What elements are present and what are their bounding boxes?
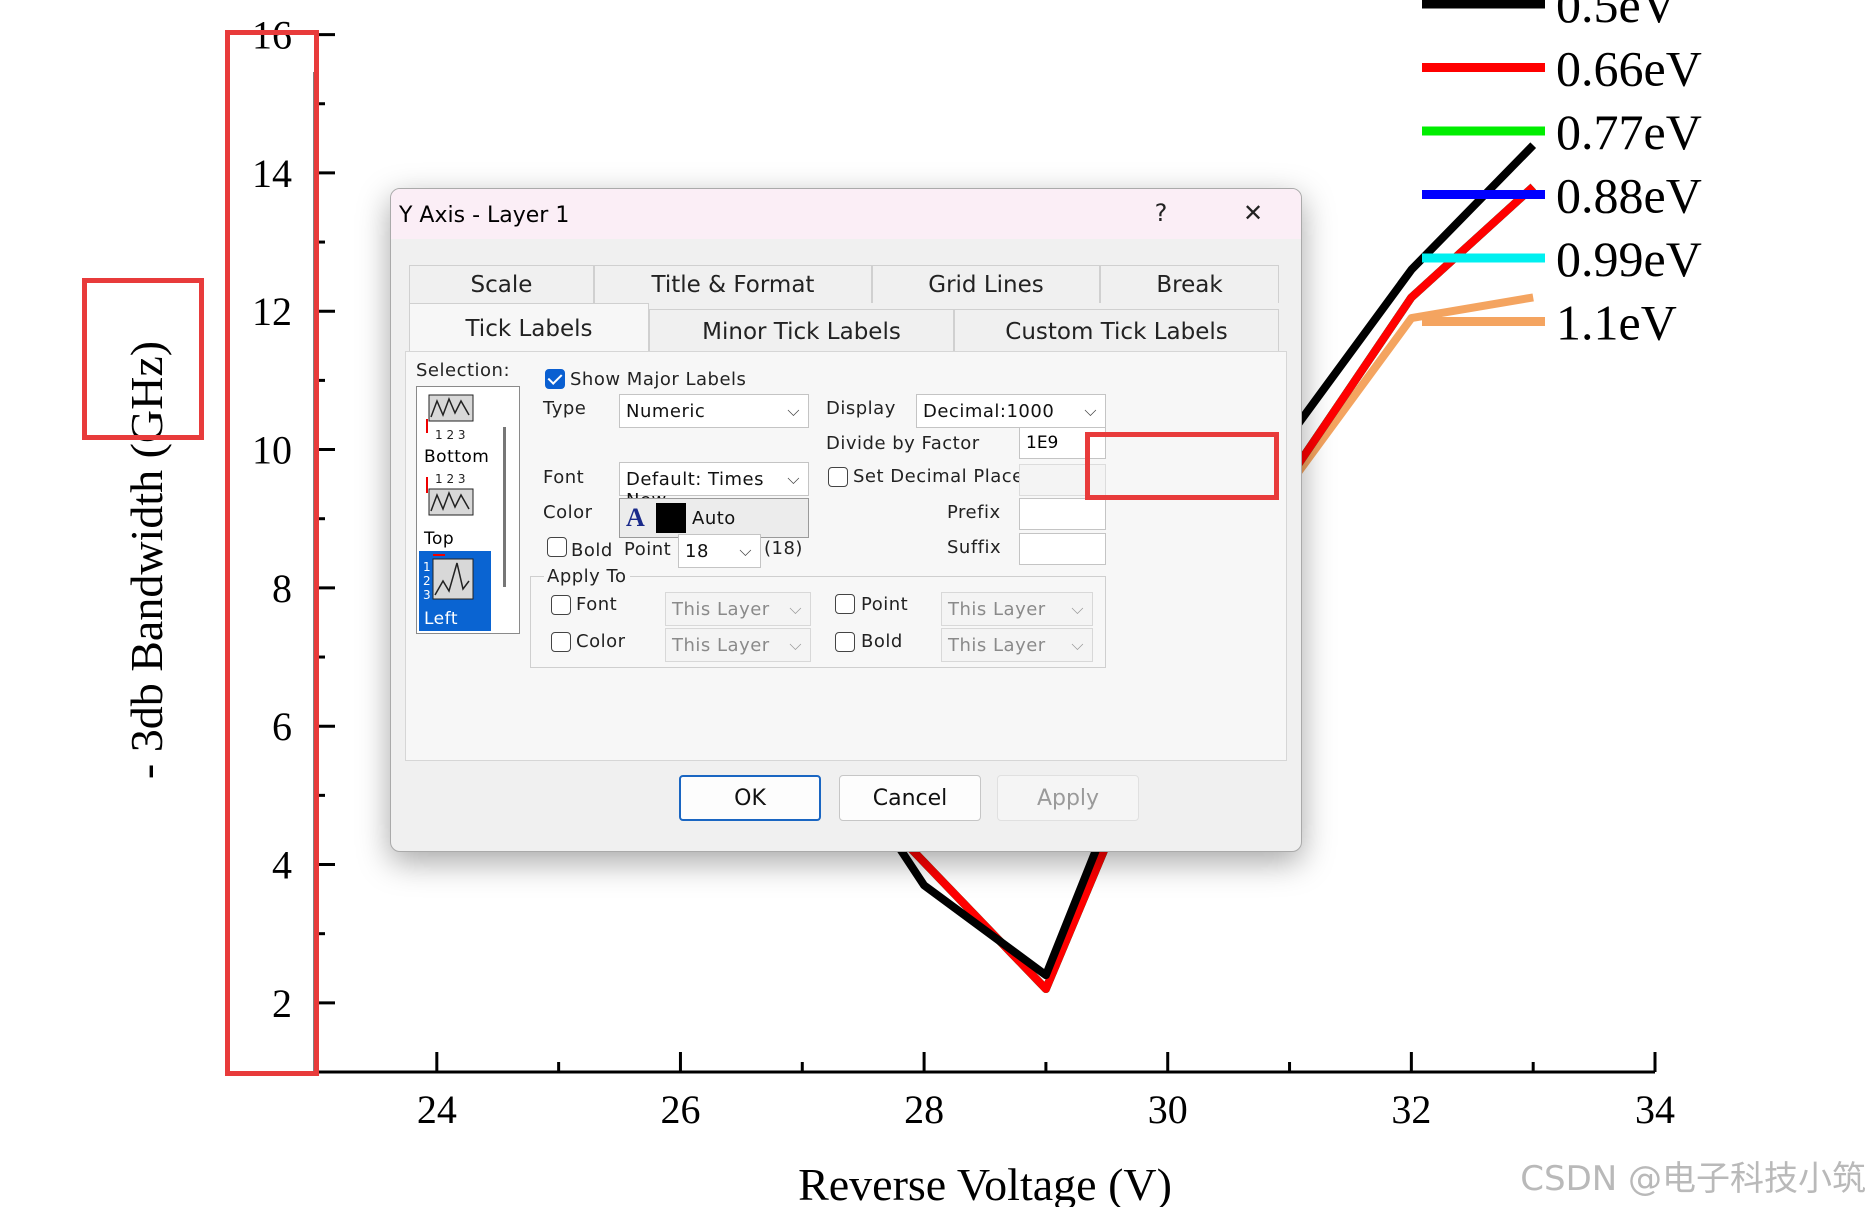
selection-item-left[interactable]: 1 2 3 Left	[419, 551, 491, 631]
x-tick-label: 26	[660, 1087, 700, 1132]
tab-row-2: Tick Labels Minor Tick Labels Custom Tic…	[409, 303, 1279, 353]
font-color-icon: A	[626, 503, 646, 532]
highlight-box-divide-factor	[1085, 432, 1279, 500]
close-icon: ✕	[1242, 199, 1264, 227]
selection-item-top[interactable]: 1 2 3 Top	[419, 471, 491, 551]
color-select[interactable]: A Auto	[619, 498, 809, 538]
chevron-down-icon: ⌵	[787, 469, 800, 488]
chevron-down-icon: ⌵	[787, 401, 800, 420]
x-tick-label: 34	[1635, 1087, 1675, 1132]
help-button[interactable]: ?	[1131, 193, 1191, 233]
type-label: Type	[543, 398, 587, 419]
svg-text:2: 2	[423, 574, 431, 588]
set-decimal-places-checkbox[interactable]	[828, 467, 848, 487]
chevron-down-icon: ⌵	[739, 541, 752, 560]
svg-text:1 2 3: 1 2 3	[435, 472, 466, 486]
help-icon: ?	[1154, 199, 1168, 227]
type-select[interactable]: Numeric ⌵	[619, 394, 809, 428]
point-hint: (18)	[764, 538, 803, 559]
point-label: Point	[624, 539, 672, 560]
axis-selection-list[interactable]: 1 2 3 Bottom 1 2 3 Top 1 2 3 Left	[416, 386, 520, 634]
selection-scrollbar[interactable]	[503, 427, 506, 587]
tab-row-1: Scale Title & Format Grid Lines Break	[409, 265, 1279, 303]
selection-caption-bottom: Bottom	[424, 447, 490, 467]
tab-title-format[interactable]: Title & Format	[594, 265, 872, 303]
dialog-titlebar: Y Axis - Layer 1 ? ✕	[391, 189, 1301, 239]
apply-bold-checkbox[interactable]	[835, 632, 855, 652]
apply-bold-label: Bold	[861, 631, 903, 652]
legend-label: 0.99eV	[1556, 231, 1702, 287]
watermark: CSDN @电子科技小筑	[1520, 1159, 1866, 1199]
tick-labels-panel: Selection: 1 2 3 Bottom 1 2 3 Top 1 2 3 …	[405, 351, 1287, 761]
top-axis-icon: 1 2 3	[426, 472, 474, 516]
tab-grid-lines[interactable]: Grid Lines	[872, 265, 1100, 303]
highlight-box-y-unit	[82, 278, 204, 440]
close-button[interactable]: ✕	[1223, 193, 1283, 233]
point-size-select[interactable]: 18 ⌵	[678, 534, 761, 568]
apply-button[interactable]: Apply	[997, 775, 1139, 821]
ok-button[interactable]: OK	[679, 775, 821, 821]
chevron-down-icon: ⌵	[789, 635, 802, 654]
svg-text:1: 1	[423, 560, 431, 574]
tab-tick-labels[interactable]: Tick Labels	[409, 303, 649, 353]
svg-text:3: 3	[423, 588, 431, 602]
suffix-label: Suffix	[947, 537, 1002, 558]
tab-custom-tick-labels[interactable]: Custom Tick Labels	[954, 309, 1279, 353]
show-major-labels-label: Show Major Labels	[570, 369, 747, 390]
x-tick-label: 32	[1391, 1087, 1431, 1132]
prefix-label: Prefix	[947, 502, 1001, 523]
apply-color-label: Color	[576, 631, 626, 652]
left-axis-icon: 1 2 3	[423, 554, 474, 602]
legend-label: 0.77eV	[1556, 104, 1702, 160]
legend-label: 0.88eV	[1556, 168, 1702, 224]
tab-minor-tick-labels[interactable]: Minor Tick Labels	[649, 309, 954, 353]
x-axis-title: Reverse Voltage (V)	[798, 1159, 1172, 1207]
x-tick-label: 24	[417, 1087, 457, 1132]
selection-caption-top: Top	[424, 529, 455, 549]
font-label: Font	[543, 467, 585, 488]
set-decimal-places-label: Set Decimal Places	[853, 466, 1034, 487]
svg-text:1 2 3: 1 2 3	[435, 428, 466, 442]
display-select[interactable]: Decimal:1000 ⌵	[916, 394, 1106, 428]
suffix-input[interactable]	[1019, 533, 1106, 565]
apply-point-scope-select[interactable]: This Layer ⌵	[941, 592, 1093, 626]
legend-label: 0.5eV	[1556, 0, 1677, 33]
bottom-axis-icon: 1 2 3	[426, 394, 474, 442]
apply-point-label: Point	[861, 594, 909, 615]
apply-color-scope-select[interactable]: This Layer ⌵	[665, 628, 811, 662]
tab-scale[interactable]: Scale	[409, 265, 594, 303]
apply-point-checkbox[interactable]	[835, 594, 855, 614]
bold-label: Bold	[571, 540, 613, 561]
prefix-input[interactable]	[1019, 498, 1106, 530]
x-tick-label: 28	[904, 1087, 944, 1132]
cancel-button[interactable]: Cancel	[839, 775, 981, 821]
chevron-down-icon: ⌵	[1071, 599, 1084, 618]
apply-font-checkbox[interactable]	[551, 595, 571, 615]
bold-checkbox[interactable]	[547, 537, 567, 557]
show-major-labels-checkbox[interactable]	[545, 369, 565, 389]
font-select[interactable]: Default: Times New⌵	[619, 462, 809, 511]
legend-label: 1.1eV	[1556, 295, 1677, 351]
chevron-down-icon: ⌵	[789, 599, 802, 618]
display-label: Display	[826, 398, 896, 419]
y-axis-dialog: Y Axis - Layer 1 ? ✕ Scale Title & Forma…	[390, 188, 1302, 852]
selection-label: Selection:	[416, 360, 511, 381]
x-tick-label: 30	[1148, 1087, 1188, 1132]
selection-caption-left: Left	[424, 609, 458, 629]
tab-break[interactable]: Break	[1100, 265, 1279, 303]
highlight-box-y-ticks	[225, 30, 319, 1076]
apply-bold-scope-select[interactable]: This Layer ⌵	[941, 628, 1093, 662]
legend-label: 0.66eV	[1556, 41, 1702, 97]
dialog-title: Y Axis - Layer 1	[399, 203, 570, 228]
divide-by-factor-label: Divide by Factor	[826, 433, 980, 454]
color-swatch	[656, 503, 686, 533]
apply-font-scope-select[interactable]: This Layer ⌵	[665, 592, 811, 626]
selection-item-bottom[interactable]: 1 2 3 Bottom	[419, 389, 491, 469]
color-label: Color	[543, 502, 593, 523]
apply-font-label: Font	[576, 594, 618, 615]
apply-color-checkbox[interactable]	[551, 632, 571, 652]
apply-to-label: Apply To	[544, 566, 630, 587]
chevron-down-icon: ⌵	[1084, 401, 1097, 420]
chevron-down-icon: ⌵	[1071, 635, 1084, 654]
